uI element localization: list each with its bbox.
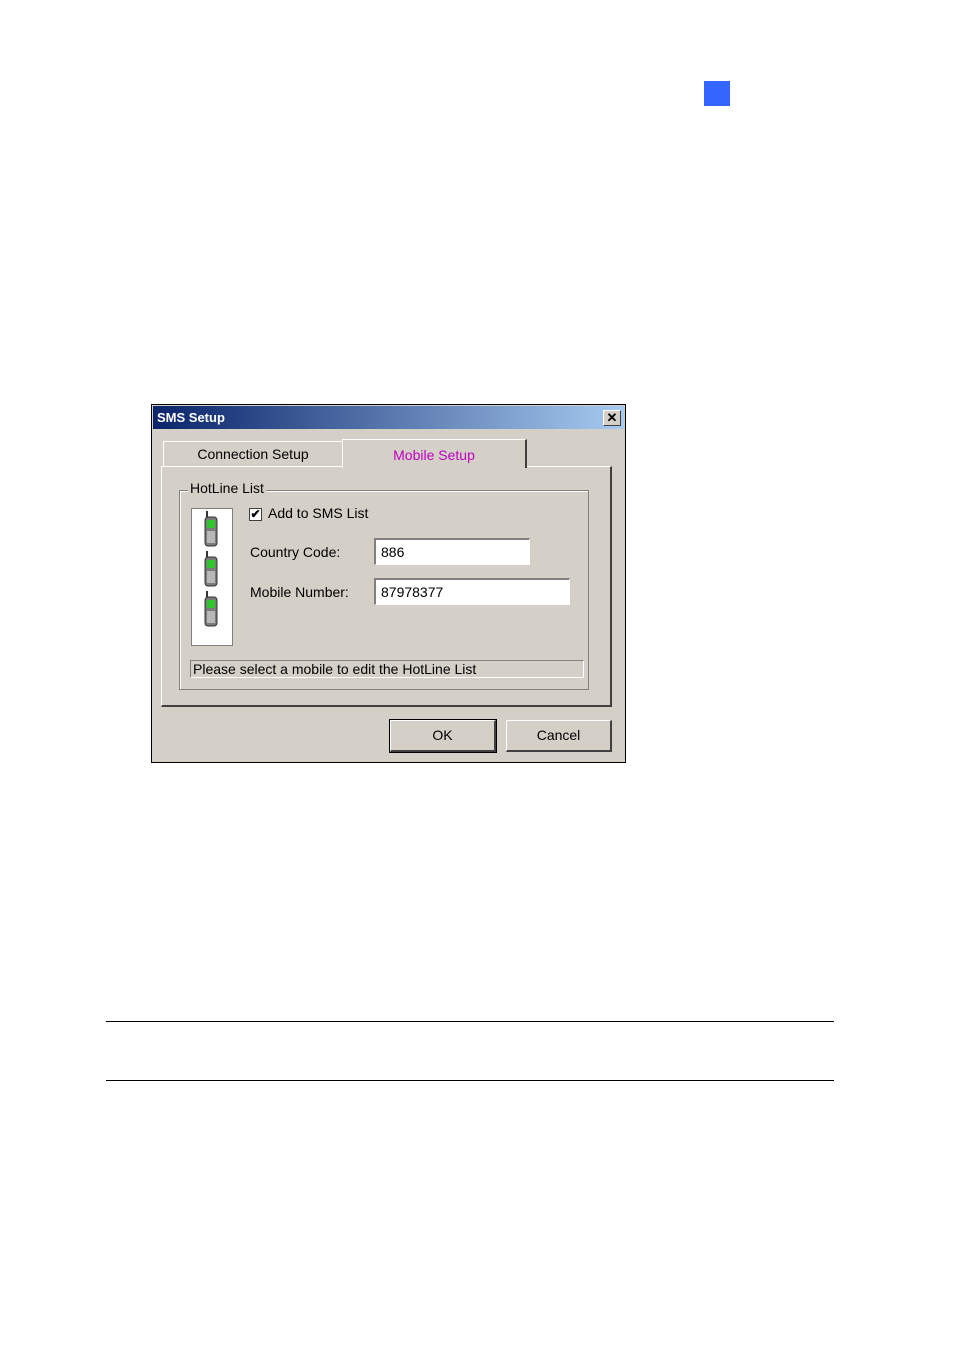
tab-connection-setup[interactable]: Connection Setup bbox=[163, 441, 343, 467]
hotline-group-title: HotLine List bbox=[188, 480, 266, 496]
add-to-sms-list-checkbox[interactable]: ✔ bbox=[249, 508, 262, 521]
country-code-label: Country Code: bbox=[250, 544, 341, 560]
country-code-input[interactable] bbox=[374, 538, 530, 565]
dialog-title: SMS Setup bbox=[157, 410, 225, 425]
mobile-phone-icon[interactable] bbox=[203, 511, 219, 547]
title-bar[interactable]: SMS Setup ✕ bbox=[153, 406, 624, 429]
add-to-sms-list-label[interactable]: Add to SMS List bbox=[268, 505, 368, 521]
close-button[interactable]: ✕ bbox=[603, 410, 621, 426]
chapter-marker bbox=[704, 81, 730, 106]
divider-bottom bbox=[106, 1080, 834, 1081]
cancel-button[interactable]: Cancel bbox=[506, 720, 612, 752]
divider-top bbox=[106, 1021, 834, 1022]
sms-setup-dialog: SMS Setup ✕ Connection Setup Mobile Setu… bbox=[151, 404, 626, 763]
mobile-phone-icon[interactable] bbox=[203, 551, 219, 587]
hotline-mobile-list[interactable] bbox=[191, 508, 233, 646]
ok-button[interactable]: OK bbox=[389, 719, 497, 753]
mobile-number-label: Mobile Number: bbox=[250, 584, 349, 600]
mobile-phone-icon[interactable] bbox=[203, 591, 219, 627]
close-icon: ✕ bbox=[606, 410, 618, 425]
status-message: Please select a mobile to edit the HotLi… bbox=[190, 660, 584, 678]
mobile-number-input[interactable] bbox=[374, 578, 570, 605]
tab-mobile-setup[interactable]: Mobile Setup bbox=[342, 439, 527, 468]
checkmark-icon: ✔ bbox=[250, 507, 261, 521]
